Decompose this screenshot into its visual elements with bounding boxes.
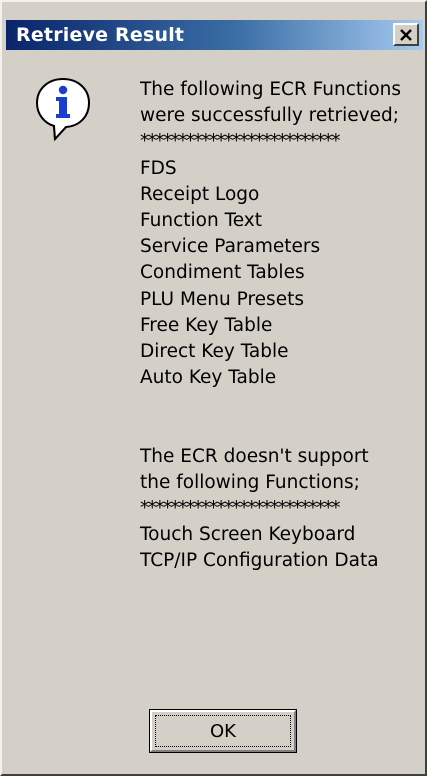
dialog-title: Retrieve Result (16, 24, 185, 46)
retrieved-function-item: Condiment Tables (140, 262, 305, 284)
message-line: were successfully retrieved; (140, 105, 399, 127)
ok-button[interactable]: OK (149, 709, 297, 753)
retrieved-function-item: PLU Menu Presets (140, 288, 304, 310)
retrieve-result-dialog: Retrieve Result The following ECR Functi… (0, 0, 427, 776)
ok-button-label: OK (210, 720, 236, 742)
close-button[interactable] (393, 23, 419, 46)
separator: ************************** (140, 131, 341, 153)
title-bar[interactable]: Retrieve Result (6, 20, 423, 50)
separator: ************************** (140, 498, 341, 519)
message-line: the following Functions; (140, 471, 360, 493)
retrieved-function-item: Service Parameters (140, 236, 321, 258)
retrieved-function-item: Free Key Table (140, 314, 273, 336)
unsupported-function-item: Touch Screen Keyboard (140, 524, 356, 546)
retrieved-function-item: Auto Key Table (140, 367, 277, 389)
message-line: The following ECR Functions (140, 79, 402, 100)
retrieved-function-item: Direct Key Table (140, 340, 289, 362)
information-icon (35, 77, 91, 142)
retrieved-function-item: FDS (140, 157, 177, 179)
unsupported-function-item: TCP/IP Configuration Data (140, 550, 379, 572)
message-text: The following ECR Functions were success… (140, 77, 422, 575)
retrieved-function-item: Function Text (140, 209, 262, 231)
message-line: The ECR doesn't support (140, 445, 369, 467)
retrieved-function-item: Receipt Logo (140, 183, 260, 205)
close-icon (400, 28, 412, 41)
